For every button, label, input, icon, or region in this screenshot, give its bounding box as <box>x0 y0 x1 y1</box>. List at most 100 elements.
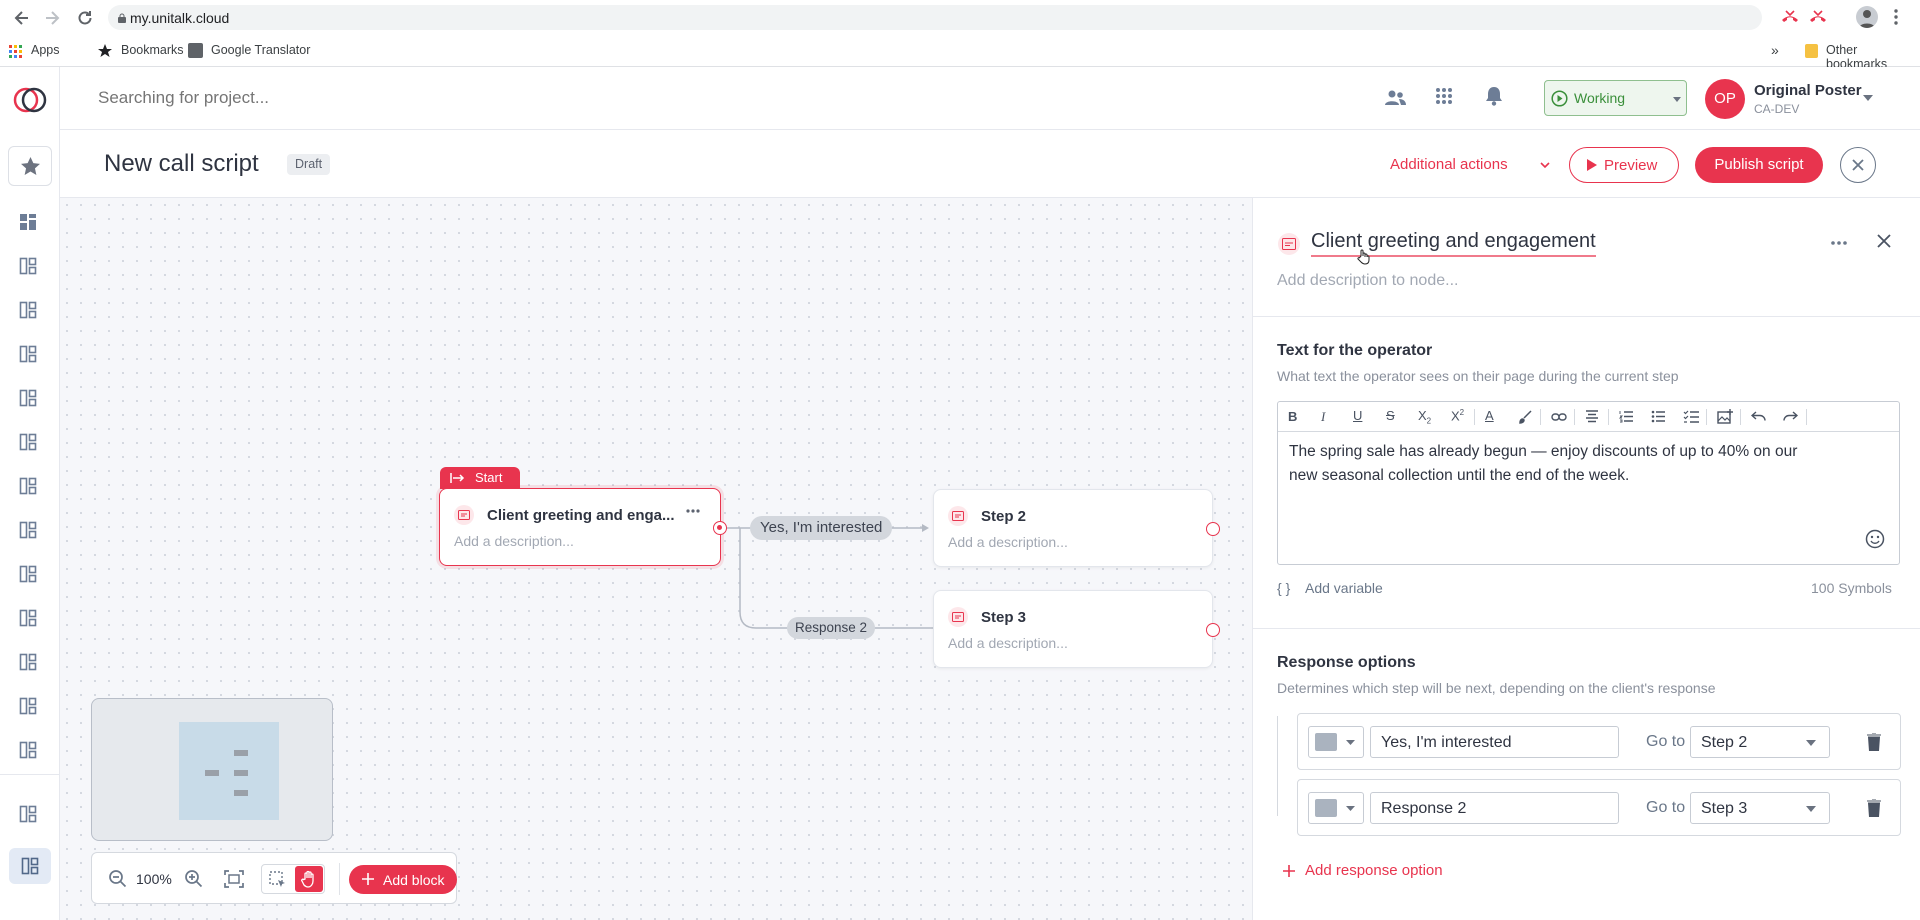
node-description-input[interactable]: Add description to node... <box>1277 272 1458 290</box>
node-client-greeting[interactable]: Client greeting and enga... Add a descri… <box>439 488 727 566</box>
superscript-icon[interactable]: X2 <box>1451 408 1464 423</box>
bookmark-translator[interactable]: Google Translator <box>211 43 310 57</box>
bookmark-apps[interactable]: Apps <box>31 43 60 57</box>
bold-icon[interactable]: B <box>1288 409 1297 424</box>
underline-icon[interactable]: U <box>1353 408 1362 423</box>
module-icon[interactable] <box>19 653 41 675</box>
favorites-button[interactable] <box>8 146 52 186</box>
app-logo-icon[interactable] <box>13 85 47 115</box>
module-icon[interactable] <box>19 609 41 631</box>
add-block-label: Add block <box>383 872 445 888</box>
missed-call-icon-2[interactable] <box>1808 9 1828 25</box>
output-handle[interactable] <box>1206 522 1220 536</box>
editor-text-line-2[interactable]: new seasonal collection until the end of… <box>1289 467 1629 485</box>
status-select[interactable]: Working <box>1544 80 1687 116</box>
goto-step-select[interactable]: Step 2 <box>1690 726 1830 758</box>
bookmark-bookmarks[interactable]: Bookmarks <box>121 43 184 57</box>
page-title[interactable]: New call script <box>104 150 259 178</box>
text-color-icon[interactable]: A <box>1485 408 1494 423</box>
project-search-input[interactable] <box>98 85 498 111</box>
align-center-icon[interactable] <box>1585 410 1599 423</box>
missed-call-icon[interactable] <box>1780 9 1800 25</box>
module-icon[interactable] <box>19 565 41 587</box>
module-icon[interactable] <box>19 697 41 719</box>
apps-grid-icon[interactable] <box>1435 87 1453 105</box>
response-option-row: Yes, I'm interested Go to Step 2 <box>1297 713 1901 770</box>
editor-text-line-1[interactable]: The spring sale has already begun — enjo… <box>1289 443 1797 461</box>
goto-step-select[interactable]: Step 3 <box>1690 792 1830 824</box>
zoom-in-icon[interactable] <box>184 869 204 889</box>
module-icon[interactable] <box>19 805 41 827</box>
italic-icon[interactable]: I <box>1321 409 1325 425</box>
bullet-list-icon[interactable] <box>1651 410 1665 423</box>
trash-icon[interactable] <box>1867 733 1881 751</box>
edge-label-interested[interactable]: Yes, I'm interested <box>750 516 893 540</box>
zoom-out-icon[interactable] <box>108 869 128 889</box>
user-menu-caret-icon[interactable] <box>1863 95 1873 101</box>
forward-icon[interactable] <box>42 8 62 28</box>
emoji-icon[interactable] <box>1865 529 1885 549</box>
module-icon[interactable] <box>19 477 41 499</box>
module-icon[interactable] <box>19 389 41 411</box>
node-step-3[interactable]: Step 3 Add a description... <box>933 590 1220 668</box>
color-picker[interactable] <box>1308 726 1364 758</box>
avatar[interactable]: OP <box>1705 79 1745 119</box>
select-area-icon[interactable] <box>269 871 286 888</box>
strikethrough-icon[interactable]: S <box>1386 408 1395 423</box>
address-bar[interactable]: my.unitalk.cloud <box>108 5 1762 30</box>
close-editor-button[interactable] <box>1840 147 1876 183</box>
link-icon[interactable] <box>1551 411 1567 423</box>
ordered-list-icon[interactable] <box>1619 410 1633 423</box>
brush-icon[interactable] <box>1518 410 1532 424</box>
users-icon[interactable] <box>1384 89 1406 107</box>
output-handle[interactable] <box>1206 623 1220 637</box>
subscript-icon[interactable]: X2 <box>1418 408 1431 426</box>
image-icon[interactable] <box>1717 409 1733 424</box>
minimap[interactable] <box>91 698 333 841</box>
profile-avatar[interactable] <box>1856 6 1878 28</box>
checklist-icon[interactable] <box>1683 410 1699 423</box>
back-icon[interactable] <box>12 8 32 28</box>
script-titlebar: New call script Draft Additional actions… <box>60 130 1920 198</box>
browser-menu-icon[interactable] <box>1893 8 1899 26</box>
undo-icon[interactable] <box>1751 411 1766 422</box>
response-text-input[interactable]: Yes, I'm interested <box>1370 726 1619 758</box>
output-handle[interactable] <box>713 521 727 535</box>
apps-grid-icon[interactable] <box>9 45 22 58</box>
bell-icon[interactable] <box>1485 86 1503 106</box>
flow-canvas[interactable]: Start Client greeting and enga... Add a … <box>60 198 1252 920</box>
more-icon[interactable] <box>686 509 700 513</box>
divider <box>1253 316 1920 317</box>
close-icon[interactable] <box>1877 234 1891 248</box>
hand-tool-button[interactable] <box>295 866 323 892</box>
module-icon[interactable] <box>19 345 41 367</box>
response-text-input[interactable]: Response 2 <box>1370 792 1619 824</box>
active-module-button[interactable] <box>9 848 51 884</box>
more-icon[interactable] <box>1831 241 1847 245</box>
reload-icon[interactable] <box>75 8 95 28</box>
module-icon[interactable] <box>19 741 41 763</box>
color-picker[interactable] <box>1308 792 1364 824</box>
bookmarks-more[interactable]: » <box>1771 42 1779 58</box>
node-title-input[interactable]: Client greeting and engagement <box>1311 230 1596 257</box>
user-name[interactable]: Original Poster <box>1754 82 1862 99</box>
dashboard-icon[interactable] <box>19 213 41 235</box>
message-icon <box>948 607 968 627</box>
edge-label-response-2[interactable]: Response 2 <box>787 617 876 639</box>
trash-icon[interactable] <box>1867 799 1881 817</box>
preview-button[interactable]: Preview <box>1569 147 1679 183</box>
fit-screen-icon[interactable] <box>224 870 244 888</box>
module-icon[interactable] <box>19 257 41 279</box>
minimap-viewport[interactable] <box>179 722 279 820</box>
module-icon[interactable] <box>19 433 41 455</box>
module-icon[interactable] <box>19 521 41 543</box>
add-variable-button[interactable]: { } Add variable <box>1277 579 1397 599</box>
star-icon <box>21 157 40 175</box>
additional-actions-button[interactable]: Additional actions <box>1390 150 1550 180</box>
add-response-option-button[interactable]: Add response option <box>1283 861 1483 883</box>
add-block-button[interactable]: Add block <box>349 865 457 894</box>
redo-icon[interactable] <box>1783 411 1798 422</box>
node-step-2[interactable]: Step 2 Add a description... <box>933 489 1220 567</box>
module-icon[interactable] <box>19 301 41 323</box>
publish-script-button[interactable]: Publish script <box>1695 147 1823 183</box>
